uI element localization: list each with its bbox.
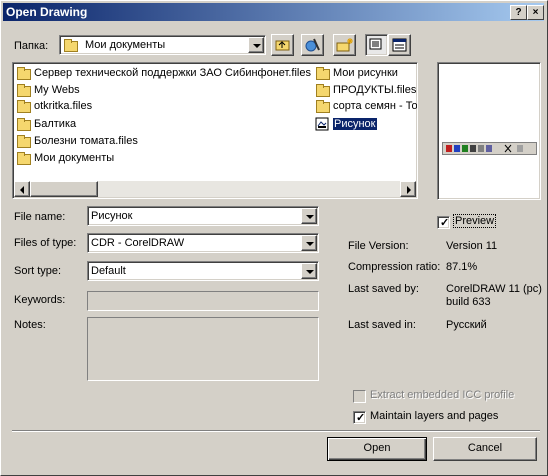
folder-icon: [316, 67, 330, 80]
globe-icon: [305, 38, 320, 52]
list-view-button[interactable]: [365, 34, 388, 56]
filename-field[interactable]: Рисунок: [87, 206, 319, 226]
notes-field: [87, 317, 319, 381]
filename-value: Рисунок: [91, 210, 133, 222]
sorttype-value: Default: [91, 265, 126, 277]
list-item-label: Болезни томата.files: [34, 135, 138, 147]
folder-icon: [17, 100, 31, 113]
browse-web-button[interactable]: [301, 34, 324, 56]
version-value: Version 11: [446, 240, 498, 252]
separator: [12, 430, 540, 432]
chevron-down-icon[interactable]: [248, 37, 264, 53]
lookin-value: Мои документы: [85, 39, 166, 51]
list-item-label: Сервер технической поддержки ЗАО Сибинфо…: [34, 67, 311, 79]
arrow-right-icon: [407, 186, 411, 194]
list-item-label: otkritka.files: [34, 100, 93, 112]
savedby-label: Last saved by:: [348, 283, 419, 295]
list-item-label: Мои рисунки: [333, 67, 398, 79]
list-item[interactable]: сорта семян - То: [314, 98, 417, 114]
preview-thumbnail: [442, 142, 537, 155]
cancel-button[interactable]: Cancel: [433, 437, 537, 461]
list-item-label: Рисунок: [332, 117, 378, 131]
list-item[interactable]: ПРОДУКТЫ.files: [314, 82, 417, 98]
close-button[interactable]: ×: [527, 5, 544, 20]
savedin-value: Русский: [446, 319, 487, 331]
keywords-label: Keywords:: [14, 294, 66, 306]
preview-checkbox[interactable]: ✓: [437, 216, 450, 229]
chevron-down-icon[interactable]: [301, 263, 317, 279]
preview-pane: [437, 62, 541, 200]
list-item-selected[interactable]: Рисунок: [314, 116, 417, 132]
keywords-field: [87, 291, 319, 311]
lookin-dropdown[interactable]: Мои документы: [59, 35, 266, 55]
checkmark-icon: ✓: [356, 412, 366, 424]
arrow-left-icon: [20, 186, 24, 194]
list-item[interactable]: Мои рисунки: [314, 65, 417, 81]
list-item-label: My Webs: [34, 84, 80, 96]
details-view-icon: [392, 38, 407, 52]
help-button[interactable]: ?: [510, 5, 527, 20]
new-folder-button[interactable]: [333, 34, 356, 56]
savedby-build: build 633: [446, 296, 491, 308]
notes-label: Notes:: [14, 319, 46, 331]
filetype-label: Files of type:: [14, 237, 77, 249]
sorttype-dropdown[interactable]: Default: [87, 261, 319, 281]
filetype-dropdown[interactable]: CDR - CorelDRAW: [87, 233, 319, 253]
compression-label: Compression ratio:: [348, 261, 441, 273]
list-item-label: Мои документы: [34, 152, 115, 164]
folder-icon: [17, 84, 31, 97]
compression-value: 87.1%: [446, 261, 478, 273]
extract-icc-label: Extract embedded ICC profile: [370, 389, 515, 401]
list-view-icon: [369, 38, 382, 50]
sorttype-label: Sort type:: [14, 265, 62, 277]
title-bar: Open Drawing ? ×: [3, 3, 544, 21]
list-item-label: ПРОДУКТЫ.files: [333, 84, 417, 96]
window-title: Open Drawing: [6, 5, 88, 19]
details-view-button[interactable]: [388, 34, 411, 56]
maintain-layers-label: Maintain layers and pages: [370, 410, 499, 422]
toolbar-image-icon: [446, 144, 523, 153]
open-button[interactable]: Open: [327, 437, 427, 461]
folder-icon: [316, 100, 330, 113]
folder-icon: [17, 67, 31, 80]
folder-icon: [17, 152, 31, 165]
scroll-right-button[interactable]: [400, 181, 416, 197]
savedin-label: Last saved in:: [348, 319, 416, 331]
folder-up-icon: [275, 40, 290, 51]
scroll-thumb[interactable]: [30, 181, 98, 197]
extract-icc-checkbox[interactable]: [353, 390, 366, 403]
checkmark-icon: ✓: [440, 217, 450, 229]
list-item-label: Балтика: [34, 118, 77, 130]
horizontal-scrollbar[interactable]: [14, 181, 416, 197]
up-one-level-button[interactable]: [271, 34, 294, 56]
chevron-down-icon[interactable]: [301, 208, 317, 224]
chevron-down-icon[interactable]: [301, 235, 317, 251]
filename-label: File name:: [14, 211, 66, 223]
new-folder-icon: [336, 38, 353, 52]
lookin-label: Папка:: [14, 40, 49, 52]
folder-icon: [316, 84, 330, 97]
list-item-label: сорта семян - То: [333, 100, 417, 112]
cdr-file-icon: [315, 117, 329, 131]
version-label: File Version:: [348, 240, 409, 252]
filetype-value: CDR - CorelDRAW: [91, 237, 185, 249]
savedby-value: CorelDRAW 11 (pc): [446, 283, 542, 295]
scroll-left-button[interactable]: [14, 181, 30, 197]
preview-label[interactable]: Preview: [452, 214, 497, 228]
folder-icon: [17, 135, 31, 148]
maintain-layers-checkbox[interactable]: ✓: [353, 411, 366, 424]
folder-icon: [17, 118, 31, 131]
folder-icon: [64, 39, 78, 52]
